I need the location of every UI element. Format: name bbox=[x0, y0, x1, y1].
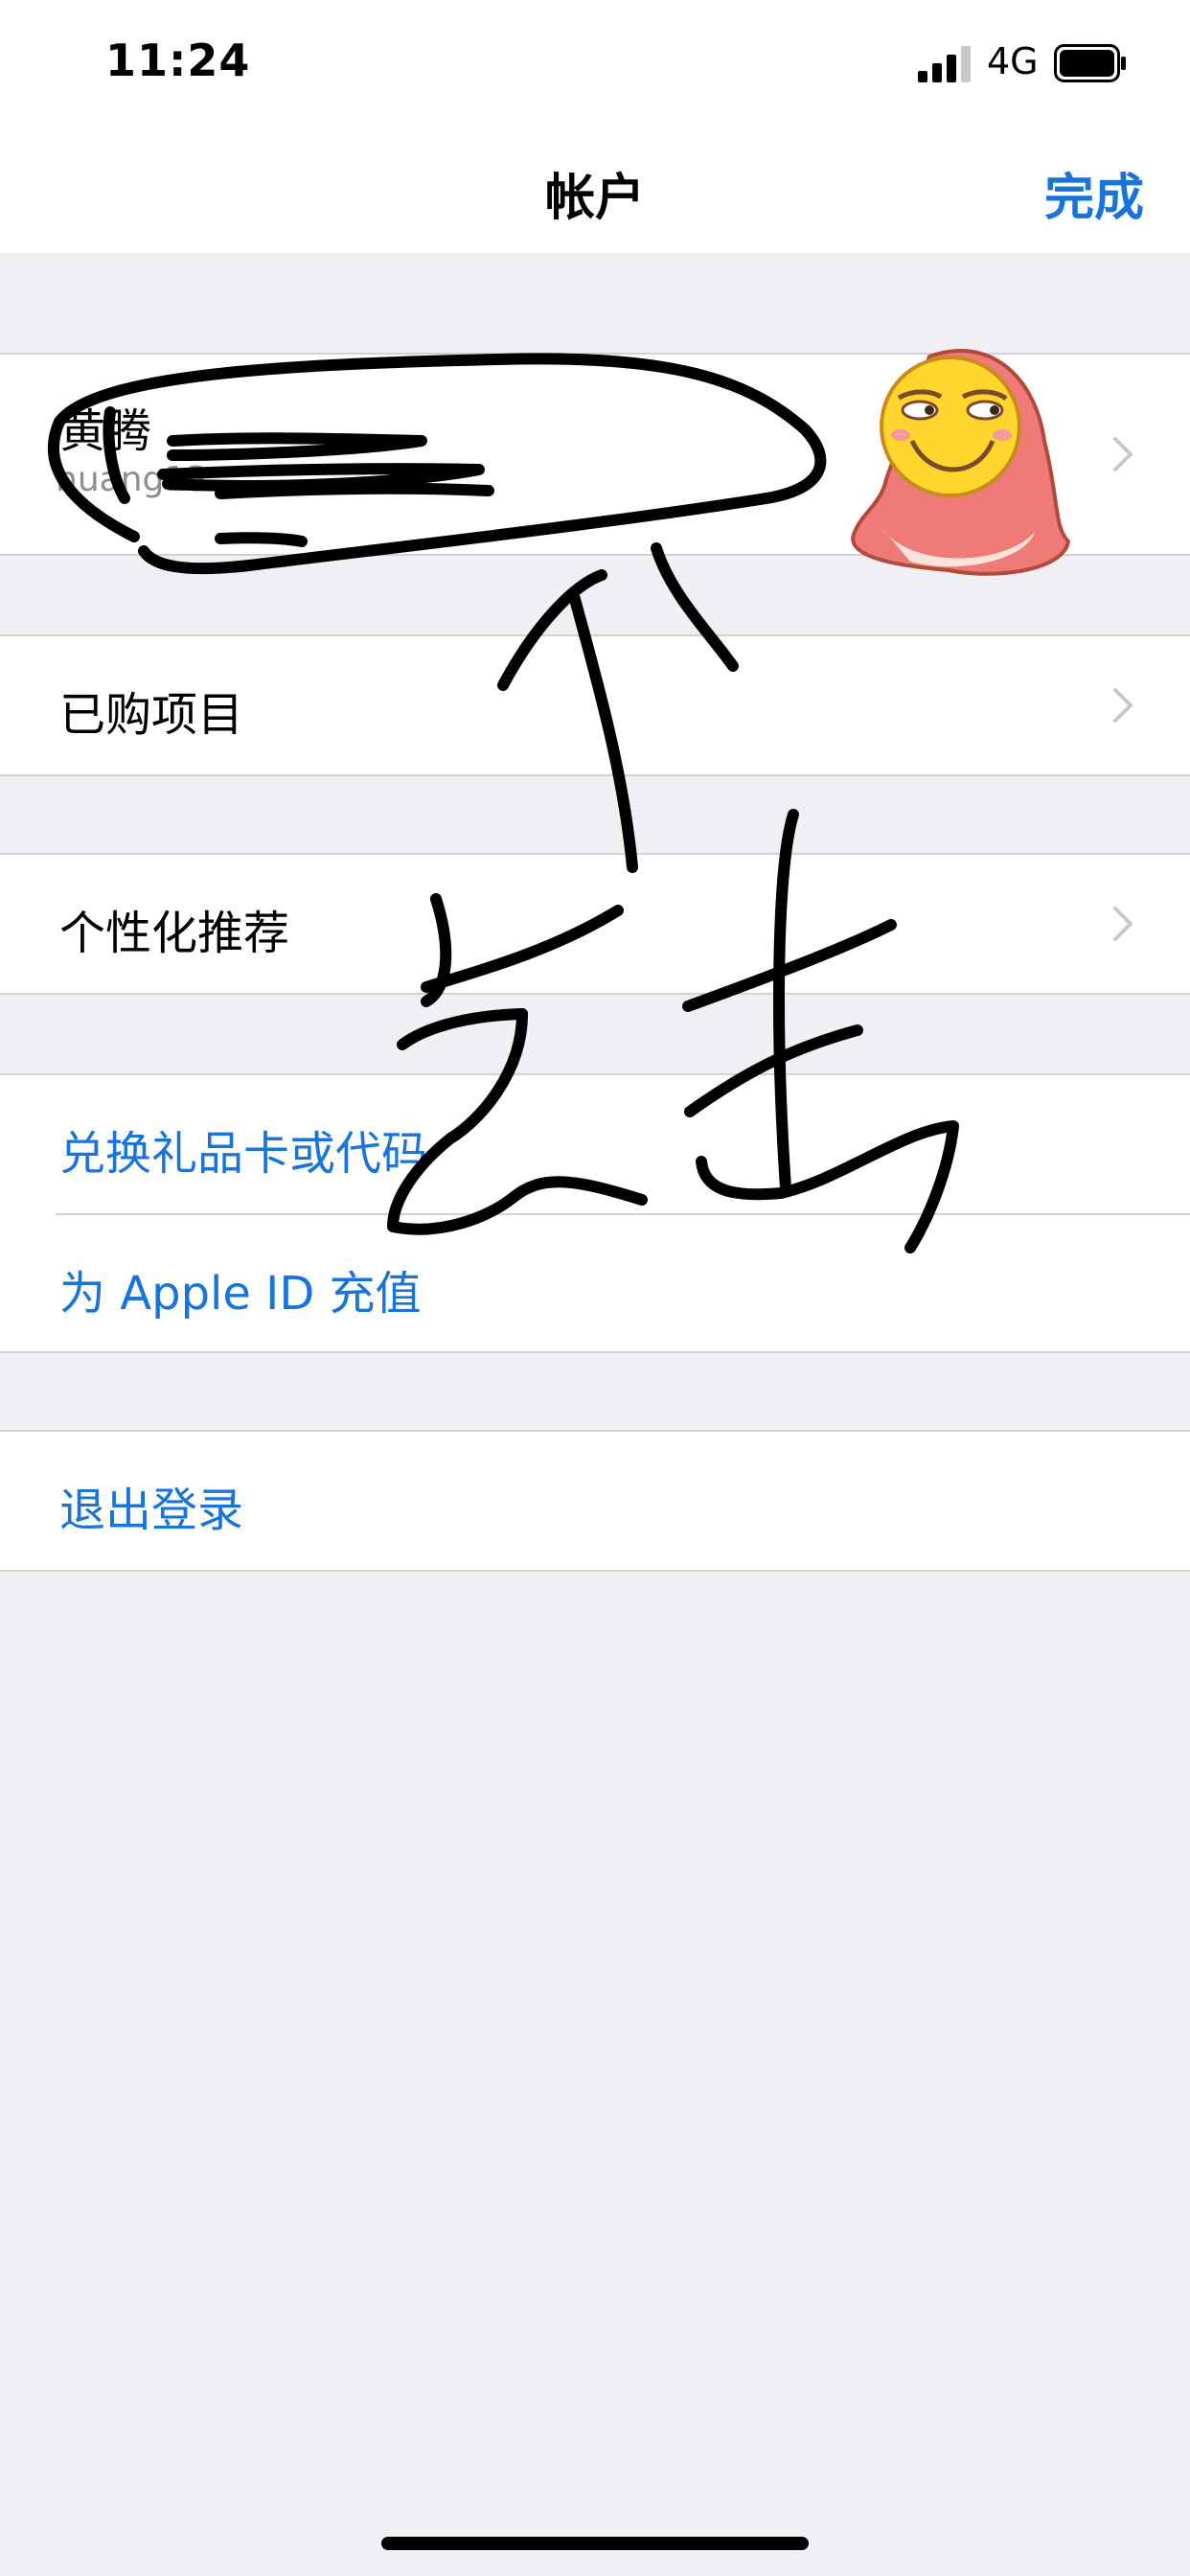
status-time: 11:24 bbox=[105, 34, 251, 86]
profile-cell[interactable]: 黄腾 huang13 bbox=[0, 348, 1190, 576]
personalized-label: 个性化推荐 bbox=[59, 907, 290, 960]
profile-email: huang13 bbox=[56, 460, 209, 499]
network-type: 4G bbox=[987, 40, 1039, 82]
battery-icon bbox=[1054, 44, 1126, 82]
navigation-bar: 帐户 完成 bbox=[0, 130, 1190, 253]
home-indicator[interactable] bbox=[381, 2537, 809, 2550]
funds-group: 兑换礼品卡或代码 为 Apple ID 充值 bbox=[0, 1073, 1190, 1353]
chevron-right-icon bbox=[1113, 907, 1133, 941]
avatar bbox=[851, 348, 1071, 576]
divider bbox=[56, 1213, 1190, 1215]
redeem-gift-card-button[interactable]: 兑换礼品卡或代码 bbox=[59, 1116, 427, 1183]
profile-name: 黄腾 bbox=[59, 404, 152, 458]
sign-out-cell[interactable]: 退出登录 bbox=[0, 1430, 1190, 1572]
sign-out-button: 退出登录 bbox=[59, 1484, 244, 1537]
add-funds-button[interactable]: 为 Apple ID 充值 bbox=[59, 1255, 422, 1322]
page-title: 帐户 bbox=[544, 170, 645, 227]
status-bar: 11:24 4G bbox=[0, 0, 1190, 130]
cellular-signal-icon bbox=[918, 46, 971, 82]
chevron-right-icon bbox=[1113, 437, 1133, 472]
done-button[interactable]: 完成 bbox=[1044, 157, 1144, 229]
personalized-cell[interactable]: 个性化推荐 bbox=[0, 853, 1190, 995]
chevron-right-icon bbox=[1113, 688, 1133, 723]
purchased-cell[interactable]: 已购项目 bbox=[0, 634, 1190, 776]
purchased-label: 已购项目 bbox=[59, 688, 244, 742]
